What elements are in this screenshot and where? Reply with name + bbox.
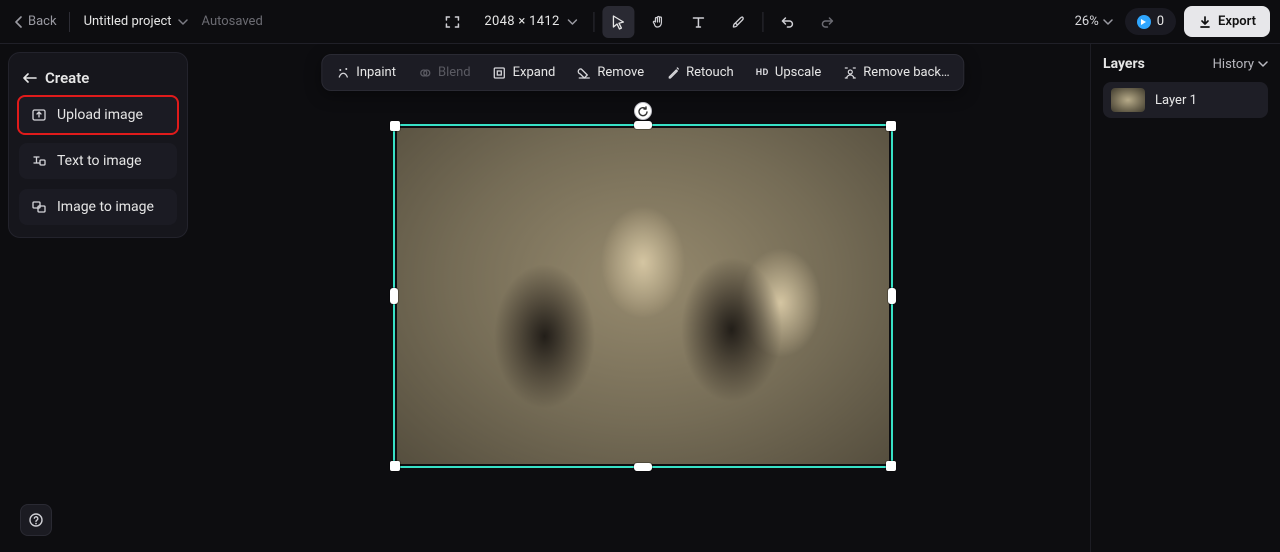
ctx-expand[interactable]: Expand (483, 59, 566, 86)
topbar-right: 26% 0 Export (1071, 6, 1270, 37)
ctx-label: Expand (513, 65, 556, 80)
ctx-label: Inpaint (356, 65, 396, 80)
cursor-tool-button[interactable] (603, 6, 635, 38)
layers-header: Layers History (1103, 56, 1268, 72)
credits-pill[interactable]: 0 (1125, 8, 1176, 35)
divider (69, 12, 70, 32)
ctx-blend: Blend (408, 59, 481, 86)
project-name-dropdown[interactable]: Untitled project (78, 10, 194, 33)
topbar-center: 2048 × 1412 (436, 6, 843, 38)
sidebar-item-text-to-image[interactable]: Text to image (19, 143, 177, 179)
hand-tool-button[interactable] (643, 6, 675, 38)
resize-handle-mr[interactable] (888, 288, 896, 304)
resize-handle-mt[interactable] (634, 121, 652, 129)
inpaint-icon (336, 66, 350, 80)
chevron-down-icon (178, 17, 188, 27)
ctx-remove[interactable]: Remove (567, 59, 654, 86)
layer-thumbnail (1111, 88, 1145, 112)
upscale-icon: HD (756, 68, 769, 78)
text-tool-button[interactable] (683, 6, 715, 38)
retouch-icon (666, 66, 680, 80)
back-button[interactable]: Back (10, 10, 61, 33)
fit-canvas-button[interactable] (436, 6, 468, 38)
resize-handle-tl[interactable] (390, 121, 400, 131)
blend-icon (418, 66, 432, 80)
sidebar-item-label: Upload image (57, 107, 143, 123)
zoom-dropdown[interactable]: 26% (1071, 14, 1117, 29)
rotate-handle[interactable] (634, 102, 652, 120)
chevron-down-icon (1258, 59, 1268, 69)
help-button[interactable] (20, 504, 52, 536)
credits-icon (1137, 15, 1151, 29)
divider (594, 12, 595, 32)
layers-title: Layers (1103, 56, 1145, 72)
text-to-image-icon (31, 153, 47, 169)
create-card: Create Upload image Text to image Image … (8, 52, 188, 238)
ctx-retouch[interactable]: Retouch (656, 59, 744, 86)
ctx-upscale[interactable]: HD Upscale (746, 59, 832, 86)
expand-icon (493, 66, 507, 80)
download-icon (1198, 15, 1212, 29)
resize-handle-tr[interactable] (886, 121, 896, 131)
project-name: Untitled project (84, 14, 172, 29)
help-icon (28, 512, 44, 528)
ctx-label: Remove back… (863, 65, 949, 80)
topbar-left: Back Untitled project Autosaved (10, 10, 263, 33)
ctx-label: Blend (438, 65, 471, 80)
divider (763, 12, 764, 32)
canvas-image[interactable] (397, 128, 889, 464)
ctx-remove-background[interactable]: Remove back… (833, 59, 959, 86)
image-to-image-icon (31, 199, 47, 215)
sidebar-item-image-to-image[interactable]: Image to image (19, 189, 177, 225)
credits-count: 0 (1157, 14, 1164, 29)
chevron-down-icon (1103, 17, 1113, 27)
export-button[interactable]: Export (1184, 6, 1270, 37)
context-toolbar: Inpaint Blend Expand Remove Retouch HD U… (321, 54, 964, 91)
sidebar-item-upload-image[interactable]: Upload image (19, 97, 177, 133)
resize-handle-ml[interactable] (390, 288, 398, 304)
canvas-size-dropdown[interactable]: 2048 × 1412 (476, 10, 585, 33)
layers-panel: Layers History Layer 1 (1090, 44, 1280, 552)
chevron-left-icon (14, 16, 24, 28)
history-dropdown[interactable]: History (1213, 57, 1268, 72)
zoom-label: 26% (1075, 14, 1099, 29)
undo-button[interactable] (772, 6, 804, 38)
sidebar-item-label: Text to image (57, 153, 142, 169)
ctx-label: Retouch (686, 65, 734, 80)
left-panel: Create Upload image Text to image Image … (0, 44, 196, 552)
redo-button[interactable] (812, 6, 844, 38)
sidebar-item-label: Image to image (57, 199, 154, 215)
canvas-selection[interactable] (393, 124, 893, 468)
canvas-area[interactable]: Inpaint Blend Expand Remove Retouch HD U… (196, 44, 1090, 552)
layer-item[interactable]: Layer 1 (1103, 82, 1268, 118)
create-title-row: Create (19, 63, 177, 97)
ctx-label: Upscale (775, 65, 821, 80)
autosaved-status: Autosaved (202, 14, 263, 29)
selection-frame[interactable] (393, 124, 893, 468)
chevron-down-icon (568, 17, 578, 27)
resize-handle-mb[interactable] (634, 463, 652, 471)
workspace: Create Upload image Text to image Image … (0, 44, 1280, 552)
canvas-dimensions: 2048 × 1412 (484, 14, 559, 29)
layer-name: Layer 1 (1155, 93, 1197, 108)
create-title: Create (45, 69, 89, 87)
resize-handle-bl[interactable] (390, 461, 400, 471)
brush-tool-button[interactable] (723, 6, 755, 38)
export-label: Export (1218, 14, 1256, 29)
remove-icon (577, 66, 591, 80)
back-arrow-icon[interactable] (23, 72, 37, 84)
resize-handle-br[interactable] (886, 461, 896, 471)
upload-image-icon (31, 107, 47, 123)
top-bar: Back Untitled project Autosaved 2048 × 1… (0, 0, 1280, 44)
ctx-label: Remove (597, 65, 644, 80)
history-label: History (1213, 57, 1254, 72)
back-label: Back (28, 14, 57, 29)
ctx-inpaint[interactable]: Inpaint (326, 59, 406, 86)
remove-bg-icon (843, 66, 857, 80)
